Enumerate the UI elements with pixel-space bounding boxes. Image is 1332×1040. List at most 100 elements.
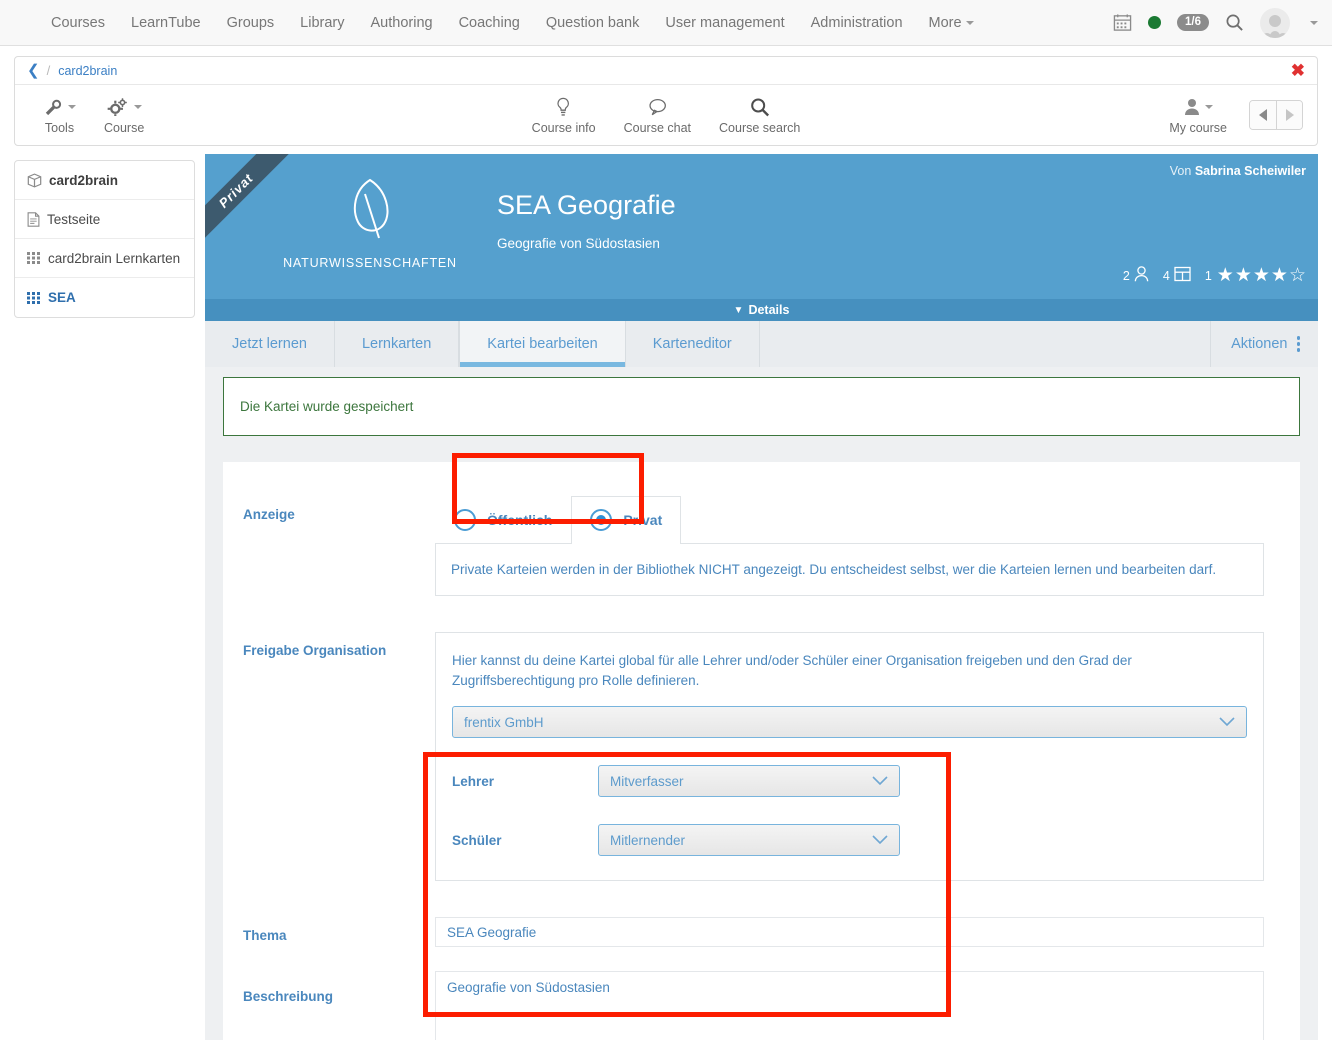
next-arrow-icon[interactable] [1276,101,1302,129]
sidebar-item-card2brain[interactable]: card2brain [15,161,194,200]
nav-item-user-management[interactable]: User management [652,0,797,46]
tabs-spacer [760,321,1211,367]
toolbar-right-group: My course [1155,96,1303,135]
avatar[interactable] [1260,8,1290,38]
form-row-thema: Thema [223,917,1300,947]
cards-count: 4 [1163,269,1170,283]
lehrer-role-select[interactable]: Mitverfasser [598,765,900,797]
rating-stat[interactable]: 1 ★ ★ ★ ★ ☆ [1205,266,1306,285]
prev-arrow-icon[interactable] [1250,101,1276,129]
freigabe-intro-text: Hier kannst du deine Kartei global für a… [452,651,1247,690]
actions-menu-button[interactable]: Aktionen [1211,321,1318,367]
close-icon[interactable]: ✖ [1291,62,1305,79]
nav-item-coaching[interactable]: Coaching [446,0,533,46]
banner-category: NATURWISSENSCHAFTEN [280,256,460,270]
tab-kartei-bearbeiten[interactable]: Kartei bearbeiten [459,321,625,367]
toolbar-left-group: Tools Course [29,96,158,135]
tab-lernkarten[interactable]: Lernkarten [335,321,459,367]
gears-icon [107,96,142,118]
radio-option-oeffentlich[interactable]: Öffentlich [435,496,571,544]
lehrer-role-value: Mitverfasser [610,774,684,789]
course-toolbar-panel: ❮ / card2brain ✖ Tools Course [14,56,1318,146]
members-count: 2 [1123,269,1130,283]
success-alert: Die Kartei wurde gespeichert [223,377,1300,436]
sidebar-item-label: Testseite [47,212,100,227]
sidebar-item-card2brain-lernkarten[interactable]: card2brain Lernkarten [15,239,194,278]
nav-item-more[interactable]: More [916,0,987,46]
toolbar-course-info-button[interactable]: Course info [518,96,610,135]
tab-label: Jetzt lernen [232,336,307,352]
star-filled-icon: ★ [1271,266,1288,285]
chevron-down-icon [872,833,888,848]
toolbar-label: Course search [719,121,800,135]
calendar-icon[interactable] [1113,13,1132,32]
chevron-down-icon [872,774,888,789]
wrench-icon [43,96,76,118]
toolbar-label: My course [1169,121,1227,135]
navbar-right-icons: 1/6 [1113,8,1318,38]
sidebar-item-sea[interactable]: SEA [15,278,194,317]
green-status-dot[interactable] [1148,16,1161,29]
schueler-role-select[interactable]: Mitlernender [598,824,900,856]
nav-item-courses[interactable]: Courses [38,0,118,46]
course-toolbar: Tools Course Course info [15,85,1317,145]
chat-bubble-icon [647,96,667,118]
card-icon [1174,266,1191,285]
breadcrumb-item-card2brain[interactable]: card2brain [58,64,117,78]
rating-stars[interactable]: ★ ★ ★ ★ ☆ [1217,266,1306,285]
radio-option-privat[interactable]: Privat [571,496,681,544]
tab-label: Lernkarten [362,336,431,352]
kartei-settings-form: Anzeige Öffentlich Privat [223,462,1300,1040]
details-toggle[interactable]: ▼ Details [205,299,1318,321]
form-row-freigabe: Freigabe Organisation Hier kannst du dei… [223,632,1300,881]
chevron-down-icon [1219,715,1235,730]
organisation-select[interactable]: frentix GmbH [452,706,1247,738]
person-icon [1134,266,1149,285]
members-stat: 2 [1123,266,1149,285]
toolbar-tools-button[interactable]: Tools [29,96,90,135]
page-body: card2brain Testseite card2brain Lernkart… [0,146,1332,1040]
organisation-share-box: Hier kannst du deine Kartei global für a… [435,632,1264,881]
toolbar-my-course-button[interactable]: My course [1155,96,1241,135]
main-content-area: Die Kartei wurde gespeichert Anzeige Öff… [205,367,1318,1040]
role-row-schueler: Schüler Mitlernender [452,824,1247,856]
details-label: Details [748,303,789,317]
banner-author-name: Sabrina Scheiwiler [1195,164,1306,178]
content-tabs: Jetzt lernen Lernkarten Kartei bearbeite… [205,321,1318,367]
grid-icon [27,252,41,264]
main-nav-links: Courses LearnTube Groups Library Authori… [38,0,987,46]
nav-item-learntube[interactable]: LearnTube [118,0,214,46]
tab-label: Kartei bearbeiten [487,336,597,352]
nav-item-question-bank[interactable]: Question bank [533,0,653,46]
banner-author-prefix: Von [1170,164,1192,178]
nav-item-library[interactable]: Library [287,0,357,46]
banner-author: Von Sabrina Scheiwiler [1170,164,1306,178]
thema-input[interactable] [435,917,1264,947]
tab-karteneditor[interactable]: Karteneditor [626,321,760,367]
toolbar-course-search-button[interactable]: Course search [705,96,814,135]
lightbulb-icon [555,96,572,118]
toolbar-label: Tools [45,121,74,135]
chevron-down-icon [1205,105,1213,109]
nav-label: Library [300,15,344,31]
leaf-icon [280,176,460,248]
toolbar-course-chat-button[interactable]: Course chat [610,96,705,135]
page-title: SEA Geografie [497,190,676,221]
tab-label: Karteneditor [653,336,732,352]
nav-item-administration[interactable]: Administration [798,0,916,46]
notification-badge[interactable]: 1/6 [1177,14,1209,32]
cards-stat: 4 [1163,266,1191,285]
tab-jetzt-lernen[interactable]: Jetzt lernen [205,321,335,367]
breadcrumb: ❮ / card2brain ✖ [15,57,1317,85]
nav-item-groups[interactable]: Groups [214,0,288,46]
chevron-down-icon[interactable] [1310,21,1318,25]
nav-item-authoring[interactable]: Authoring [358,0,446,46]
beschreibung-textarea[interactable]: Geografie von Südostasien [435,971,1264,1040]
thema-field [435,917,1300,947]
radio-label: Privat [623,512,662,528]
back-chevron-icon[interactable]: ❮ [27,63,40,78]
course-banner: Privat NATURWISSENSCHAFTEN SEA Geografie… [205,154,1318,299]
toolbar-course-button[interactable]: Course [90,96,158,135]
sidebar-item-testseite[interactable]: Testseite [15,200,194,239]
search-icon[interactable] [1225,13,1244,32]
